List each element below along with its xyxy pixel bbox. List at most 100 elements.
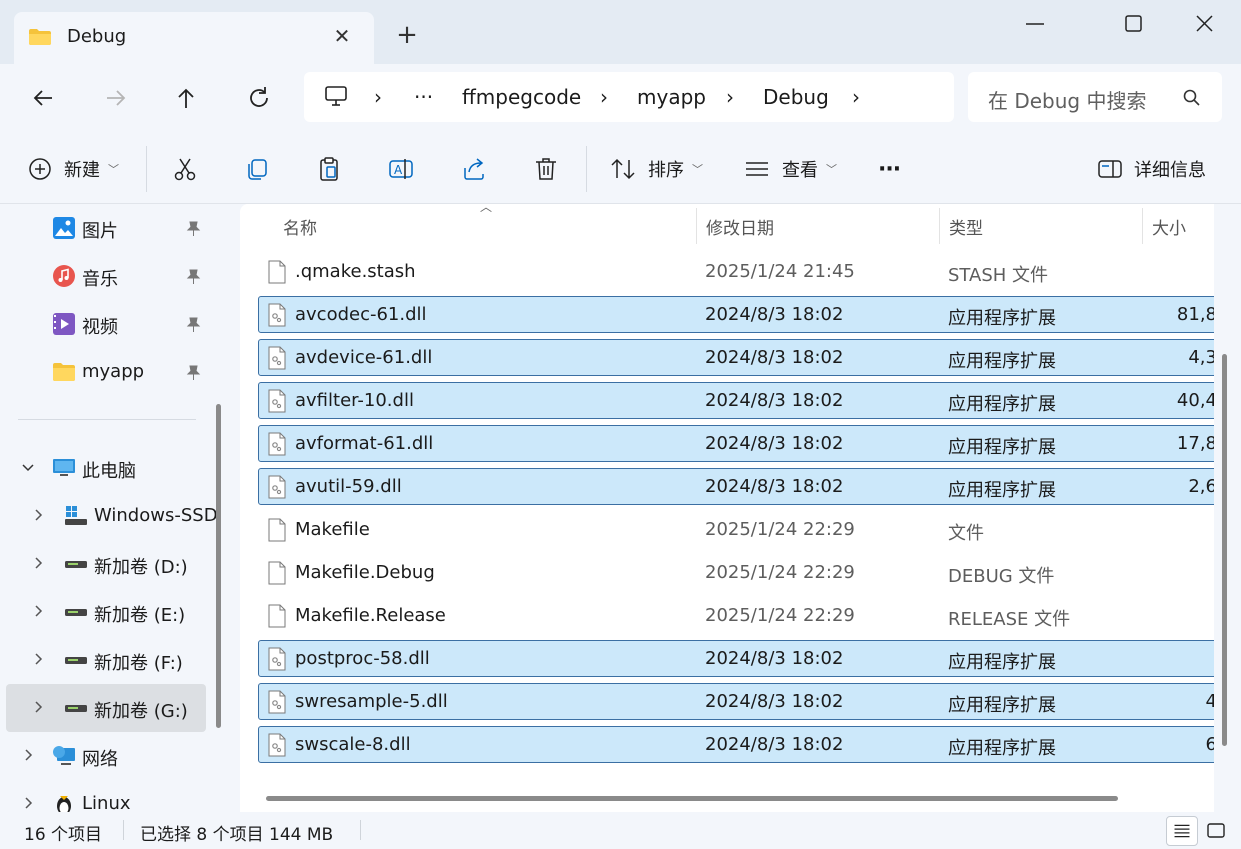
chevron-right-icon[interactable] [30,507,46,523]
copy-icon[interactable] [244,156,270,182]
chevron-right-icon[interactable]: › [374,85,382,109]
tab-debug[interactable]: Debug ✕ [14,12,374,64]
close-icon[interactable]: ✕ [328,22,356,50]
dll-icon [268,475,286,499]
file-modified-date: 2024/8/3 18:02 [705,691,844,712]
new-button[interactable]: 新建 ﹀ [28,152,119,186]
sidebar-item-label: 新加卷 (D:) [94,557,188,578]
search-input[interactable]: 在 Debug 中搜索 [988,85,1147,114]
sidebar-item-network[interactable]: 网络 [0,734,210,778]
maximize-icon[interactable] [1110,4,1156,44]
drive-icon [65,561,87,568]
column-header-size[interactable]: 大小 [1152,214,1186,239]
rename-icon[interactable]: A [388,156,414,182]
column-divider[interactable] [939,208,940,244]
file-row[interactable]: Makefile.Debug 2025/1/24 22:29 DEBUG 文件 [258,554,1214,591]
column-header-name[interactable]: 名称 [283,214,317,239]
details-label: 详细信息 [1134,160,1206,181]
file-row[interactable]: avdevice-61.dll 2024/8/3 18:02 应用程序扩展 4,3 [258,339,1214,376]
chevron-down-icon[interactable] [20,459,36,475]
chevron-right-icon[interactable] [30,603,46,619]
chevron-right-icon[interactable]: › [852,85,860,109]
breadcrumb-overflow[interactable]: ··· [414,85,433,109]
column-header-modified[interactable]: 修改日期 [706,214,774,239]
delete-icon[interactable] [533,156,559,182]
chevron-right-icon[interactable] [30,651,46,667]
share-icon[interactable] [461,156,487,182]
breadcrumb-ffmpegcode[interactable]: ffmpegcode [462,85,581,109]
sidebar-item-drive-f[interactable]: 新加卷 (F:) [0,638,210,682]
drive-icon [65,705,87,712]
vertical-scrollbar[interactable] [1222,354,1227,746]
chevron-right-icon[interactable]: › [726,85,734,109]
chevron-right-icon[interactable] [20,747,36,763]
file-row[interactable]: swscale-8.dll 2024/8/3 18:02 应用程序扩展 6 [258,726,1214,763]
sidebar-item-windows-ssd[interactable]: Windows-SSD [0,494,218,538]
sidebar-item-videos[interactable]: 视频 [0,302,210,346]
file-row[interactable]: postproc-58.dll 2024/8/3 18:02 应用程序扩展 [258,640,1214,677]
chevron-right-icon[interactable] [30,699,46,715]
pin-icon[interactable] [184,268,202,286]
sidebar-item-this-pc[interactable]: 此电脑 [0,446,210,490]
file-row[interactable]: avutil-59.dll 2024/8/3 18:02 应用程序扩展 2,6 [258,468,1214,505]
file-row[interactable]: Makefile.Release 2025/1/24 22:29 RELEASE 文… [258,597,1214,634]
sort-button[interactable]: 排序 ﹀ [610,152,703,186]
computer-icon[interactable] [324,84,348,108]
file-row[interactable]: avformat-61.dll 2024/8/3 18:02 应用程序扩展 17,8 [258,425,1214,462]
file-row[interactable]: avcodec-61.dll 2024/8/3 18:02 应用程序扩展 81,8 [258,296,1214,333]
sidebar-item-label: 视频 [82,317,118,338]
refresh-icon[interactable] [241,80,277,116]
search-box[interactable]: 在 Debug 中搜索 [968,72,1222,122]
sidebar-item-drive-g[interactable]: 新加卷 (G:) [6,684,206,732]
more-options-button[interactable]: ··· [878,152,901,186]
column-header-type[interactable]: 类型 [949,214,983,239]
status-bar: 16 个项目 已选择 8 个项目 144 MB [0,812,1241,849]
pin-icon[interactable] [184,220,202,238]
sidebar-item-drive-d[interactable]: 新加卷 (D:) [0,542,210,586]
pin-icon[interactable] [184,316,202,334]
file-row[interactable]: avfilter-10.dll 2024/8/3 18:02 应用程序扩展 40,4 [258,382,1214,419]
chevron-right-icon[interactable] [30,555,46,571]
paste-icon[interactable] [316,156,342,182]
chevron-right-icon[interactable] [20,795,36,811]
file-row[interactable]: .qmake.stash 2025/1/24 21:45 STASH 文件 [258,253,1214,290]
back-arrow-icon[interactable] [25,80,61,116]
sort-label: 排序 [648,160,684,181]
sidebar-scrollbar[interactable] [216,404,221,728]
file-row[interactable]: Makefile 2025/1/24 22:29 文件 [258,511,1214,548]
view-button[interactable]: 查看 ﹀ [744,152,837,186]
pin-icon[interactable] [184,364,202,382]
file-type: 应用程序扩展 [948,394,1056,415]
tab-title: Debug [67,26,127,47]
window-close-icon[interactable] [1181,4,1227,44]
address-bar[interactable]: › ··· ffmpegcode › myapp › Debug › [304,72,954,122]
details-view-icon[interactable] [1166,816,1198,846]
file-name: swresample-5.dll [295,691,448,712]
sidebar-item-pictures[interactable]: 图片 [0,206,210,250]
file-modified-date: 2025/1/24 21:45 [705,261,855,282]
minimize-icon[interactable] [1012,4,1058,44]
file-name: avcodec-61.dll [295,304,427,325]
breadcrumb-myapp[interactable]: myapp [637,85,706,109]
chevron-right-icon[interactable]: › [600,85,608,109]
sidebar-item-linux[interactable]: Linux [0,782,210,812]
horizontal-scrollbar[interactable] [266,796,1118,801]
sidebar-item-myapp[interactable]: myapp [0,350,210,394]
file-type: RELEASE 文件 [948,609,1071,630]
cut-icon[interactable] [172,156,198,182]
up-arrow-icon[interactable] [168,80,204,116]
sort-ascending-icon: ︿ [480,204,493,214]
video-icon [53,313,75,335]
file-row[interactable]: swresample-5.dll 2024/8/3 18:02 应用程序扩展 4 [258,683,1214,720]
sidebar-item-music[interactable]: 音乐 [0,254,210,298]
search-icon[interactable] [1182,88,1202,108]
column-divider[interactable] [696,208,697,244]
breadcrumb-debug[interactable]: Debug [763,85,829,109]
column-divider[interactable] [1142,208,1143,244]
plus-icon[interactable]: + [392,20,422,50]
file-icon [268,518,286,542]
sidebar-item-drive-e[interactable]: 新加卷 (E:) [0,590,210,634]
forward-arrow-icon[interactable] [98,80,134,116]
large-icons-view-icon[interactable] [1200,816,1232,846]
details-button[interactable]: 详细信息 [1098,152,1206,186]
